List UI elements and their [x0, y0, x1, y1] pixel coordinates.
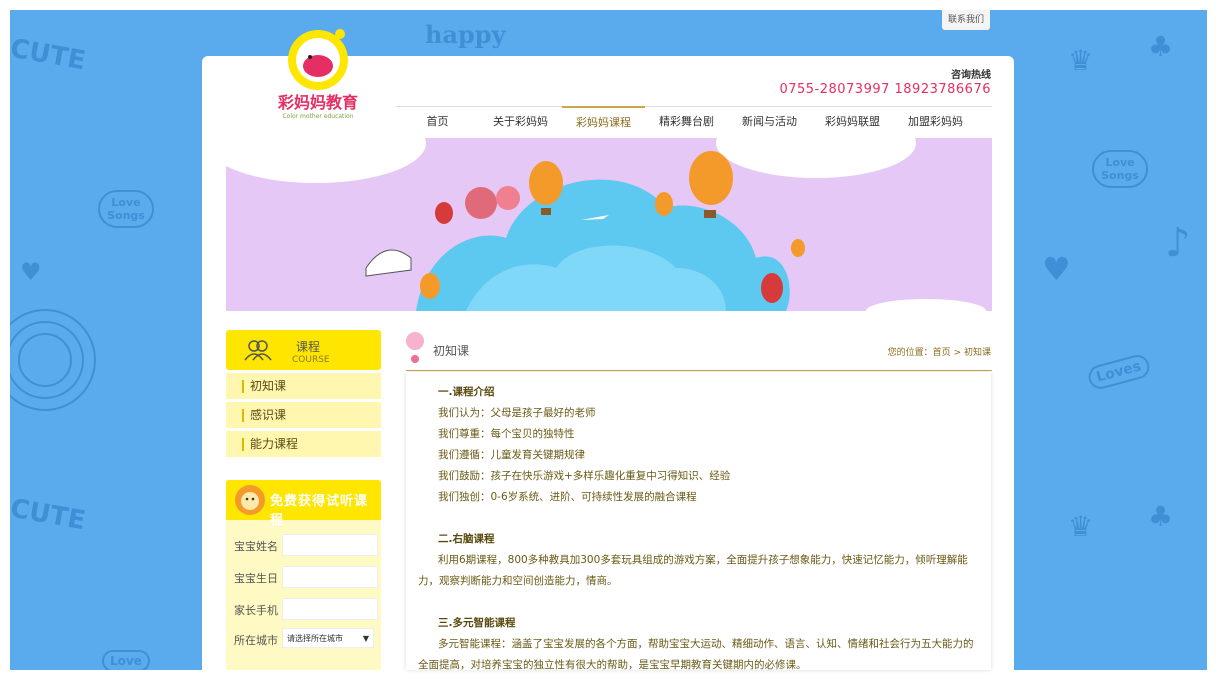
- label-city: 所在城市: [234, 634, 278, 647]
- sidebar-subtitle: COURSE: [292, 355, 330, 365]
- breadcrumb-current[interactable]: 初知课: [964, 348, 991, 358]
- trial-header: 免费获得试听课程: [226, 480, 381, 528]
- doodle-happy: happy: [425, 20, 506, 49]
- clover-icon-2: ♣: [1148, 500, 1174, 533]
- paragraph: 利用6期课程，800多种教具加300多套玩具组成的游戏方案，全面提升孩子想象能力…: [418, 554, 968, 587]
- sidebar-item-chuzhi[interactable]: 初知课: [226, 373, 381, 399]
- main-nav: 首页 关于彩妈妈 彩妈妈课程 精彩舞台剧 新闻与活动 彩妈妈联盟 加盟彩妈妈: [396, 106, 992, 137]
- paragraph: 我们尊重：每个宝贝的独特性: [438, 428, 575, 440]
- article-body: 一.课程介绍 我们认为：父母是孩子最好的老师 我们尊重：每个宝贝的独特性 我们遵…: [418, 382, 978, 670]
- title-divider: [406, 370, 992, 371]
- heart-icon-2: ♥: [1042, 250, 1071, 288]
- paragraph: 我们鼓励：孩子在快乐游戏+多样乐趣化重复中习得知识、经验: [438, 470, 731, 482]
- brand-logo[interactable]: 彩妈妈教育 Color mother education: [270, 24, 366, 120]
- crown-icon-2: ♛: [1068, 510, 1094, 543]
- section-heading: 二.右脑课程: [438, 533, 495, 545]
- banner-illustration: [226, 138, 986, 311]
- baby-name-input[interactable]: [282, 534, 378, 556]
- breadcrumb-home[interactable]: 首页: [933, 348, 951, 358]
- sidebar-title: 课程: [296, 340, 321, 354]
- music-note-icon: ♪: [1165, 220, 1191, 266]
- title-dot-small: [411, 355, 419, 363]
- title-dot-large: [406, 332, 424, 350]
- hotline-numbers[interactable]: 0755-28073997 18923786676: [779, 82, 991, 97]
- nav-home[interactable]: 首页: [396, 107, 479, 137]
- label-baby-name: 宝宝姓名: [234, 540, 278, 553]
- logo-subtext: Color mother education: [282, 113, 353, 120]
- sidebar-header: 课程 COURSE: [226, 330, 381, 370]
- chevron-down-icon: ▼: [362, 634, 369, 643]
- doodle-love-songs-2: Love Songs: [1092, 150, 1148, 188]
- nav-alliance[interactable]: 彩妈妈联盟: [811, 107, 894, 137]
- people-icon: [244, 340, 272, 361]
- sidebar-item-nengli[interactable]: 能力课程: [226, 431, 381, 457]
- doodle-love-songs: Love Songs: [98, 190, 154, 228]
- field-city: 所在城市 请选择所在城市 ▼: [234, 628, 374, 648]
- course-sidebar: 课程 COURSE 初知课 感识课 能力课程: [226, 330, 381, 457]
- section-heading: 一.课程介绍: [438, 386, 495, 398]
- paragraph: 多元智能课程：涵盖了宝宝发展的各个方面，帮助宝宝大运动、精细动作、语言、认知、情…: [418, 638, 974, 670]
- nav-about[interactable]: 关于彩妈妈: [479, 107, 562, 137]
- field-baby-name: 宝宝姓名: [234, 534, 378, 556]
- parent-phone-input[interactable]: [282, 598, 378, 620]
- city-select[interactable]: 请选择所在城市 ▼: [282, 628, 374, 648]
- clover-icon: ♣: [1148, 30, 1174, 63]
- paragraph: 我们遵循：儿童发育关键期规律: [438, 449, 585, 461]
- contact-us-tab[interactable]: 联系我们: [942, 10, 990, 30]
- sidebar-item-ganshi[interactable]: 感识课: [226, 402, 381, 428]
- field-baby-birthday: 宝宝生日: [234, 566, 378, 588]
- baby-birthday-input[interactable]: [282, 566, 378, 588]
- city-select-value: 请选择所在城市: [287, 634, 343, 643]
- doodle-cute: CUTE: [10, 33, 88, 77]
- field-parent-phone: 家长手机: [234, 598, 378, 620]
- nav-join[interactable]: 加盟彩妈妈: [894, 107, 977, 137]
- hotline-title: 咨询热线: [951, 70, 991, 81]
- label-baby-birthday: 宝宝生日: [234, 572, 278, 585]
- scribble-circle: [10, 309, 96, 411]
- nav-courses[interactable]: 彩妈妈课程: [562, 106, 645, 137]
- breadcrumb: 您的位置：首页 > 初知课: [888, 345, 991, 358]
- doodle-cute-2: CUTE: [10, 493, 88, 537]
- paragraph: 我们认为：父母是孩子最好的老师: [438, 407, 596, 419]
- nav-stage-play[interactable]: 精彩舞台剧: [645, 107, 728, 137]
- breadcrumb-prefix: 您的位置：: [887, 348, 933, 358]
- label-parent-phone: 家长手机: [234, 604, 278, 617]
- content-box: 一.课程介绍 我们认为：父母是孩子最好的老师 我们尊重：每个宝贝的独特性 我们遵…: [406, 372, 991, 670]
- trial-title: 免费获得试听课程: [270, 494, 369, 528]
- doodle-love: Love: [102, 650, 150, 670]
- heart-icon: ♥: [20, 258, 42, 286]
- doodle-loves: Loves: [1085, 352, 1152, 392]
- lion-icon: [235, 485, 265, 515]
- crown-icon: ♛: [1068, 44, 1094, 77]
- section-heading: 三.多元智能课程: [438, 617, 516, 629]
- paragraph: 我们独创：0-6岁系统、进阶、可持续性发展的融合课程: [438, 491, 697, 503]
- logo-text: 彩妈妈教育: [277, 93, 358, 112]
- free-trial-form: 免费获得试听课程 宝宝姓名 宝宝生日 家长手机 所在城市 请选择所在城市 ▼: [226, 480, 381, 670]
- breadcrumb-separator: >: [953, 348, 962, 358]
- hero-banner: [226, 138, 992, 311]
- page-title: 初知课: [433, 344, 470, 358]
- nav-news[interactable]: 新闻与活动: [728, 107, 811, 137]
